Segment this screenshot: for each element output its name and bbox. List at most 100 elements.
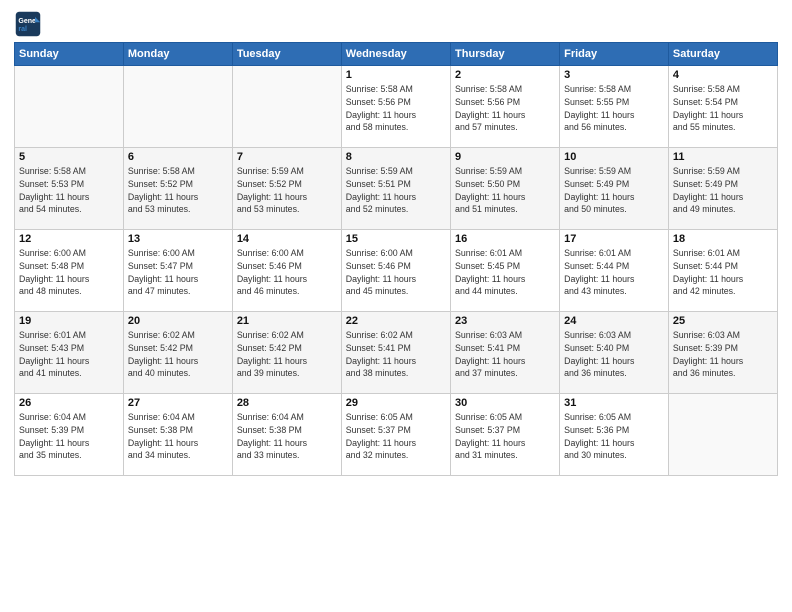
day-number: 19	[19, 315, 119, 327]
calendar-day-cell: 3 Sunrise: 5:58 AM Sunset: 5:55 PM Daylig…	[560, 66, 669, 148]
day-info: Sunrise: 5:59 AM Sunset: 5:49 PM Dayligh…	[673, 165, 773, 216]
day-number: 18	[673, 233, 773, 245]
weekday-header: Sunday	[15, 43, 124, 66]
day-number: 6	[128, 151, 228, 163]
day-number: 15	[346, 233, 446, 245]
calendar-day-cell: 18 Sunrise: 6:01 AM Sunset: 5:44 PM Dayli…	[668, 230, 777, 312]
day-number: 27	[128, 397, 228, 409]
day-number: 10	[564, 151, 664, 163]
calendar-day-cell: 14 Sunrise: 6:00 AM Sunset: 5:46 PM Dayli…	[232, 230, 341, 312]
day-info: Sunrise: 5:58 AM Sunset: 5:56 PM Dayligh…	[346, 83, 446, 134]
calendar-day-cell: 23 Sunrise: 6:03 AM Sunset: 5:41 PM Dayli…	[451, 312, 560, 394]
day-info: Sunrise: 6:03 AM Sunset: 5:41 PM Dayligh…	[455, 329, 555, 380]
calendar-day-cell: 9Sunrise: 5:59 AM Sunset: 5:50 PM Daylig…	[451, 148, 560, 230]
calendar-day-cell: 20 Sunrise: 6:02 AM Sunset: 5:42 PM Dayli…	[123, 312, 232, 394]
day-number: 22	[346, 315, 446, 327]
calendar-day-cell: 12 Sunrise: 6:00 AM Sunset: 5:48 PM Dayli…	[15, 230, 124, 312]
weekday-header: Tuesday	[232, 43, 341, 66]
calendar-day-cell: 28 Sunrise: 6:04 AM Sunset: 5:38 PM Dayli…	[232, 394, 341, 476]
day-number: 21	[237, 315, 337, 327]
day-number: 16	[455, 233, 555, 245]
calendar-day-cell: 1 Sunrise: 5:58 AM Sunset: 5:56 PM Daylig…	[341, 66, 450, 148]
header: Gene ral	[14, 10, 778, 38]
day-number: 8	[346, 151, 446, 163]
day-info: Sunrise: 6:05 AM Sunset: 5:36 PM Dayligh…	[564, 411, 664, 462]
day-number: 14	[237, 233, 337, 245]
calendar-day-cell: 5 Sunrise: 5:58 AM Sunset: 5:53 PM Daylig…	[15, 148, 124, 230]
day-number: 11	[673, 151, 773, 163]
calendar-day-cell: 26 Sunrise: 6:04 AM Sunset: 5:39 PM Dayli…	[15, 394, 124, 476]
weekday-header: Thursday	[451, 43, 560, 66]
calendar-day-cell: 24Sunrise: 6:03 AM Sunset: 5:40 PM Dayli…	[560, 312, 669, 394]
day-number: 23	[455, 315, 555, 327]
day-number: 4	[673, 69, 773, 81]
calendar-day-cell: 7 Sunrise: 5:59 AM Sunset: 5:52 PM Daylig…	[232, 148, 341, 230]
day-info: Sunrise: 6:05 AM Sunset: 5:37 PM Dayligh…	[346, 411, 446, 462]
day-number: 28	[237, 397, 337, 409]
logo: Gene ral	[14, 10, 46, 38]
calendar-day-cell: 15 Sunrise: 6:00 AM Sunset: 5:46 PM Dayli…	[341, 230, 450, 312]
calendar-day-cell	[15, 66, 124, 148]
calendar-day-cell: 31 Sunrise: 6:05 AM Sunset: 5:36 PM Dayli…	[560, 394, 669, 476]
calendar-day-cell: 4 Sunrise: 5:58 AM Sunset: 5:54 PM Daylig…	[668, 66, 777, 148]
day-info: Sunrise: 6:00 AM Sunset: 5:46 PM Dayligh…	[346, 247, 446, 298]
day-info: Sunrise: 5:59 AM Sunset: 5:49 PM Dayligh…	[564, 165, 664, 216]
day-info: Sunrise: 5:58 AM Sunset: 5:54 PM Dayligh…	[673, 83, 773, 134]
day-info: Sunrise: 6:01 AM Sunset: 5:44 PM Dayligh…	[673, 247, 773, 298]
calendar-day-cell: 10 Sunrise: 5:59 AM Sunset: 5:49 PM Dayli…	[560, 148, 669, 230]
calendar-week-row: 12 Sunrise: 6:00 AM Sunset: 5:48 PM Dayli…	[15, 230, 778, 312]
day-info: Sunrise: 5:59 AM Sunset: 5:52 PM Dayligh…	[237, 165, 337, 216]
calendar-day-cell: 17Sunrise: 6:01 AM Sunset: 5:44 PM Dayli…	[560, 230, 669, 312]
calendar-day-cell: 29 Sunrise: 6:05 AM Sunset: 5:37 PM Dayli…	[341, 394, 450, 476]
day-info: Sunrise: 6:05 AM Sunset: 5:37 PM Dayligh…	[455, 411, 555, 462]
day-number: 26	[19, 397, 119, 409]
day-info: Sunrise: 6:02 AM Sunset: 5:42 PM Dayligh…	[237, 329, 337, 380]
calendar-week-row: 26 Sunrise: 6:04 AM Sunset: 5:39 PM Dayli…	[15, 394, 778, 476]
calendar-day-cell	[232, 66, 341, 148]
calendar-week-row: 1 Sunrise: 5:58 AM Sunset: 5:56 PM Daylig…	[15, 66, 778, 148]
day-number: 9	[455, 151, 555, 163]
day-info: Sunrise: 6:04 AM Sunset: 5:38 PM Dayligh…	[128, 411, 228, 462]
day-info: Sunrise: 6:00 AM Sunset: 5:46 PM Dayligh…	[237, 247, 337, 298]
calendar-day-cell: 21 Sunrise: 6:02 AM Sunset: 5:42 PM Dayli…	[232, 312, 341, 394]
day-number: 5	[19, 151, 119, 163]
day-number: 3	[564, 69, 664, 81]
page-container: Gene ral SundayMondayTuesdayWednesdayThu…	[0, 0, 792, 484]
day-info: Sunrise: 5:58 AM Sunset: 5:55 PM Dayligh…	[564, 83, 664, 134]
calendar-day-cell: 13Sunrise: 6:00 AM Sunset: 5:47 PM Dayli…	[123, 230, 232, 312]
day-info: Sunrise: 6:01 AM Sunset: 5:43 PM Dayligh…	[19, 329, 119, 380]
calendar-day-cell: 11 Sunrise: 5:59 AM Sunset: 5:49 PM Dayli…	[668, 148, 777, 230]
weekday-header: Wednesday	[341, 43, 450, 66]
calendar-day-cell: 16Sunrise: 6:01 AM Sunset: 5:45 PM Dayli…	[451, 230, 560, 312]
day-info: Sunrise: 6:04 AM Sunset: 5:39 PM Dayligh…	[19, 411, 119, 462]
day-info: Sunrise: 6:03 AM Sunset: 5:39 PM Dayligh…	[673, 329, 773, 380]
weekday-header: Monday	[123, 43, 232, 66]
svg-text:ral: ral	[18, 26, 27, 33]
day-info: Sunrise: 6:04 AM Sunset: 5:38 PM Dayligh…	[237, 411, 337, 462]
day-info: Sunrise: 6:03 AM Sunset: 5:40 PM Dayligh…	[564, 329, 664, 380]
calendar-day-cell: 25 Sunrise: 6:03 AM Sunset: 5:39 PM Dayli…	[668, 312, 777, 394]
day-info: Sunrise: 6:00 AM Sunset: 5:48 PM Dayligh…	[19, 247, 119, 298]
day-info: Sunrise: 5:58 AM Sunset: 5:56 PM Dayligh…	[455, 83, 555, 134]
day-number: 31	[564, 397, 664, 409]
calendar-day-cell: 2 Sunrise: 5:58 AM Sunset: 5:56 PM Daylig…	[451, 66, 560, 148]
day-info: Sunrise: 6:00 AM Sunset: 5:47 PM Dayligh…	[128, 247, 228, 298]
calendar-day-cell: 30Sunrise: 6:05 AM Sunset: 5:37 PM Dayli…	[451, 394, 560, 476]
day-number: 25	[673, 315, 773, 327]
calendar-day-cell	[123, 66, 232, 148]
svg-text:Gene: Gene	[18, 18, 36, 25]
day-number: 2	[455, 69, 555, 81]
day-info: Sunrise: 5:58 AM Sunset: 5:53 PM Dayligh…	[19, 165, 119, 216]
day-number: 12	[19, 233, 119, 245]
calendar-day-cell: 8Sunrise: 5:59 AM Sunset: 5:51 PM Daylig…	[341, 148, 450, 230]
day-number: 29	[346, 397, 446, 409]
calendar-week-row: 19 Sunrise: 6:01 AM Sunset: 5:43 PM Dayli…	[15, 312, 778, 394]
day-number: 7	[237, 151, 337, 163]
weekday-header: Saturday	[668, 43, 777, 66]
day-info: Sunrise: 6:02 AM Sunset: 5:41 PM Dayligh…	[346, 329, 446, 380]
day-info: Sunrise: 6:02 AM Sunset: 5:42 PM Dayligh…	[128, 329, 228, 380]
day-number: 20	[128, 315, 228, 327]
day-number: 1	[346, 69, 446, 81]
day-info: Sunrise: 5:58 AM Sunset: 5:52 PM Dayligh…	[128, 165, 228, 216]
calendar-day-cell: 6 Sunrise: 5:58 AM Sunset: 5:52 PM Daylig…	[123, 148, 232, 230]
